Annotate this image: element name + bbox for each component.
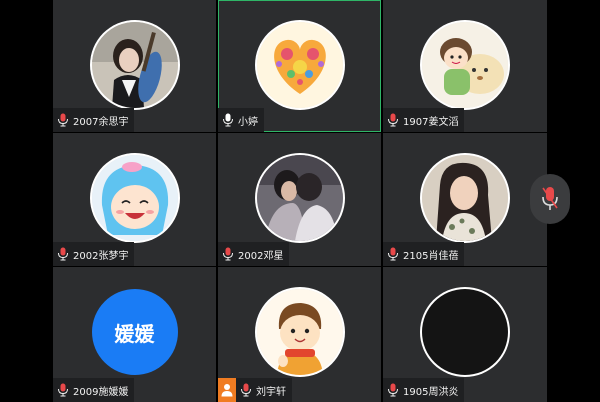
participant-name: 2105肖佳蓓 [403,250,459,262]
mic-muted-icon [542,187,558,210]
mic-muted-icon [388,113,398,127]
mic-muted-icon [241,383,251,397]
participant-label: 2105肖佳蓓 [383,242,465,266]
avatar: 媛媛 [91,289,178,375]
participant-name: 2007余思宇 [73,116,129,128]
participant-tile[interactable]: 2105肖佳蓓 [383,133,547,266]
person-icon [221,384,233,397]
participant-name: 2009施媛媛 [73,386,129,398]
participant-label: 1907姜文滔 [383,108,465,132]
participant-name: 2002邓星 [238,250,284,262]
participant-name: 小婷 [238,116,258,128]
avatar [256,155,343,241]
mic-active-icon [223,113,233,127]
participant-label: 小婷 [218,108,264,132]
mic-muted-icon [388,383,398,397]
participant-label: 2002张梦宇 [53,242,135,266]
mic-muted-icon [58,383,68,397]
participant-label: 1905周洪炎 [383,378,465,402]
mic-muted-icon [223,247,233,261]
participant-tile[interactable]: 1905周洪炎 [383,267,547,402]
participant-tile-speaking[interactable]: 小婷 [218,0,381,132]
participant-label: 2009施媛媛 [53,378,135,402]
avatar [91,155,178,241]
participant-tile[interactable]: 2007余思宇 [53,0,216,132]
avatar [256,22,343,108]
mic-muted-icon [388,247,398,261]
avatar [256,289,343,375]
participant-tile[interactable]: 1907姜文滔 [383,0,547,132]
avatar [422,289,508,375]
host-badge [218,378,236,402]
participant-name: 刘宇轩 [256,386,286,398]
avatar [422,22,508,108]
participant-name: 2002张梦宇 [73,250,129,262]
participant-name: 1905周洪炎 [403,386,459,398]
mic-muted-icon [58,113,68,127]
participant-tile-host[interactable]: 刘宇轩 [218,267,381,402]
participant-label: 刘宇轩 [236,378,292,402]
video-grid: 2007余思宇 小婷 1907姜文滔 2002张梦宇 2002邓星 2105肖佳… [53,0,547,402]
avatar-text: 媛媛 [114,321,155,346]
participant-tile[interactable]: 媛媛 2009施媛媛 [53,267,216,402]
participant-name: 1907姜文滔 [403,116,459,128]
participant-label: 2002邓星 [218,242,290,266]
participant-tile[interactable]: 2002张梦宇 [53,133,216,266]
mute-toggle-button[interactable] [530,174,570,224]
avatar [422,155,508,241]
participant-label: 2007余思宇 [53,108,135,132]
mic-muted-icon [58,247,68,261]
avatar [91,22,178,108]
participant-tile[interactable]: 2002邓星 [218,133,381,266]
